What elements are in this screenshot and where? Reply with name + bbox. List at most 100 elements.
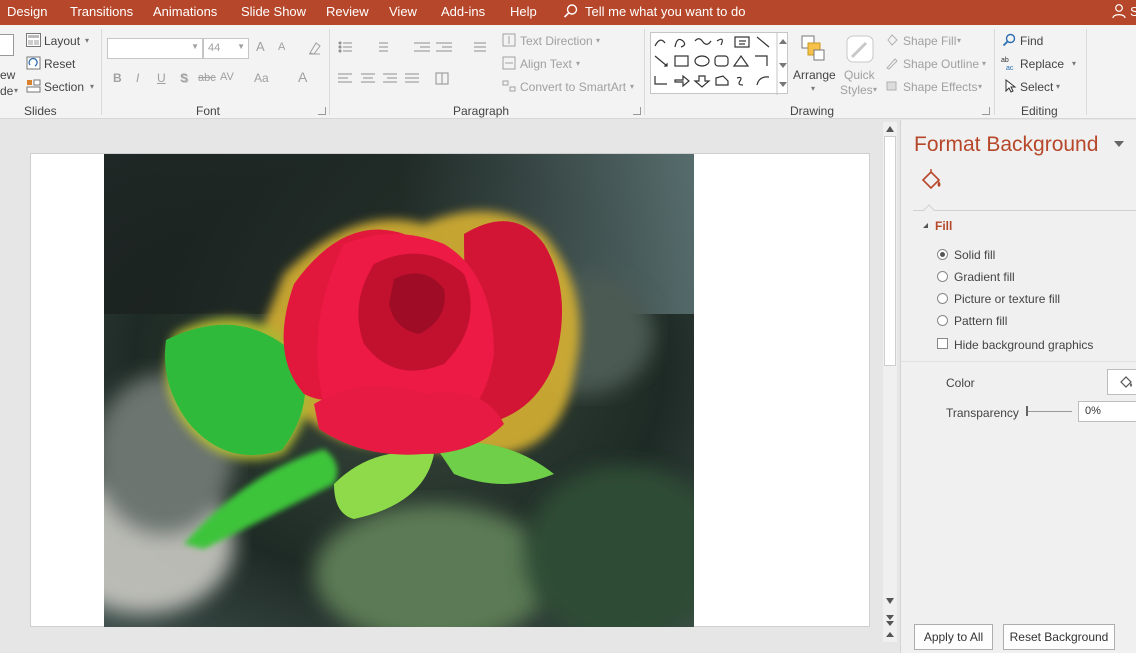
format-background-pane: Format Background Fill Solid fill Gradie… [900,120,1136,653]
gradient-fill-radio[interactable] [937,271,948,282]
picture-fill-radio[interactable] [937,293,948,304]
new-slide-icon[interactable] [0,34,14,56]
italic-button[interactable]: I [136,71,139,85]
new-slide-label[interactable]: ew [0,68,15,82]
select-icon [1005,79,1017,93]
tab-transitions[interactable]: Transitions [70,4,133,19]
shadow-button[interactable]: S [180,71,188,85]
user-icon[interactable] [1111,3,1127,19]
quick-styles-button[interactable]: Quick [844,68,875,82]
hide-graphics-label[interactable]: Hide background graphics [954,338,1093,352]
tab-slide-show[interactable]: Slide Show [241,4,306,19]
drawing-dialog-launcher[interactable] [982,107,990,115]
apply-to-all-button[interactable]: Apply to All [914,624,993,650]
transparency-label: Transparency [946,406,1019,420]
transparency-input[interactable]: 0% [1078,401,1136,422]
rose-photo[interactable] [104,154,694,627]
paragraph-group-label: Paragraph [453,104,510,118]
layout-button[interactable]: Layout [44,34,80,48]
user-initial: S [1130,4,1136,19]
slides-group-label: Slides [24,104,57,118]
alignment-buttons[interactable] [338,72,478,86]
pane-title: Format Background [914,133,1099,156]
text-direction-button[interactable]: Text Direction [520,34,593,48]
section-icon [26,79,41,93]
drawing-group-label: Drawing [790,104,835,118]
clear-formatting-icon[interactable] [307,41,322,55]
align-text-icon [502,56,516,70]
reset-background-button[interactable]: Reset Background [1003,624,1115,650]
tell-me-box[interactable]: Tell me what you want to do [585,4,745,19]
paragraph-list-buttons[interactable] [338,40,498,54]
shape-effects-button[interactable]: Shape Effects [903,80,978,94]
shape-outline-icon [886,58,898,70]
arrange-icon [801,35,825,61]
fill-section-header[interactable]: Fill [935,219,952,233]
grow-font-button[interactable]: A [256,39,265,54]
font-group-label: Font [196,104,221,118]
convert-smartart-button[interactable]: Convert to SmartArt [520,80,626,94]
paragraph-dialog-launcher[interactable] [633,107,641,115]
shape-fill-button[interactable]: Shape Fill [903,34,956,48]
new-slide-label-2[interactable]: de [0,84,13,98]
pane-options-icon[interactable] [1113,140,1125,148]
tab-help[interactable]: Help [510,4,537,19]
font-name-combo[interactable]: ▼ [107,38,203,59]
solid-fill-radio[interactable] [937,249,948,260]
search-icon [563,4,578,18]
tab-design[interactable]: Design [7,4,47,19]
scrollbar-thumb[interactable] [884,136,896,366]
gradient-fill-label[interactable]: Gradient fill [954,270,1015,284]
shape-effects-icon [886,81,897,91]
select-button[interactable]: Select [1020,80,1053,94]
text-direction-icon [502,33,516,47]
paint-bucket-icon[interactable] [919,168,943,192]
collapse-icon[interactable] [922,222,929,229]
bold-button[interactable]: B [113,71,122,85]
picture-fill-label[interactable]: Picture or texture fill [954,292,1060,306]
solid-fill-label[interactable]: Solid fill [954,248,995,262]
find-icon [1002,33,1016,47]
pane-divider [913,210,1136,211]
shapes-gallery[interactable] [650,32,788,95]
color-label: Color [946,376,975,390]
font-size-combo[interactable]: 44 ▼ [203,38,249,59]
hide-graphics-checkbox[interactable] [937,338,948,349]
strikethrough-button[interactable]: abc [198,72,216,84]
quick-styles-button-2[interactable]: Styles [840,83,873,97]
color-picker-button[interactable] [1107,369,1136,395]
shape-outline-button[interactable]: Shape Outline [903,57,979,71]
tab-animations[interactable]: Animations [153,4,217,19]
smartart-icon [502,80,516,92]
editing-group-label: Editing [1021,104,1058,118]
svg-text:ac: ac [1006,65,1014,71]
shrink-font-button[interactable]: A [278,41,285,53]
tab-review[interactable]: Review [326,4,369,19]
align-text-button[interactable]: Align Text [520,57,572,71]
font-dialog-launcher[interactable] [318,107,326,115]
transparency-slider[interactable] [1026,411,1072,412]
pattern-fill-label[interactable]: Pattern fill [954,314,1007,328]
replace-button[interactable]: Replace [1020,57,1064,71]
ribbon-tab-bar: Design Transitions Animations Slide Show… [0,0,1136,25]
svg-text:ab: ab [1001,57,1009,64]
tab-add-ins[interactable]: Add-ins [441,4,485,19]
fill-color-icon [1120,376,1132,388]
replace-icon: ab ac [1001,57,1014,71]
character-spacing-button[interactable]: AV [220,71,234,83]
find-button[interactable]: Find [1020,34,1043,48]
transparency-slider-thumb[interactable] [1026,406,1028,416]
font-color-button[interactable]: A [298,69,307,85]
ribbon: ew de ▾ Layout ▾ Reset Section ▾ Slides … [0,25,1136,119]
arrange-button[interactable]: Arrange [793,68,836,82]
reset-button[interactable]: Reset [44,57,75,71]
quick-styles-icon [846,35,874,63]
reset-icon [26,56,41,70]
tab-view[interactable]: View [389,4,417,19]
layout-icon [26,33,41,47]
section-button[interactable]: Section [44,80,84,94]
pattern-fill-radio[interactable] [937,315,948,326]
underline-button[interactable]: U [157,71,166,85]
change-case-button[interactable]: Aa [254,71,269,85]
shape-fill-icon [887,34,898,46]
